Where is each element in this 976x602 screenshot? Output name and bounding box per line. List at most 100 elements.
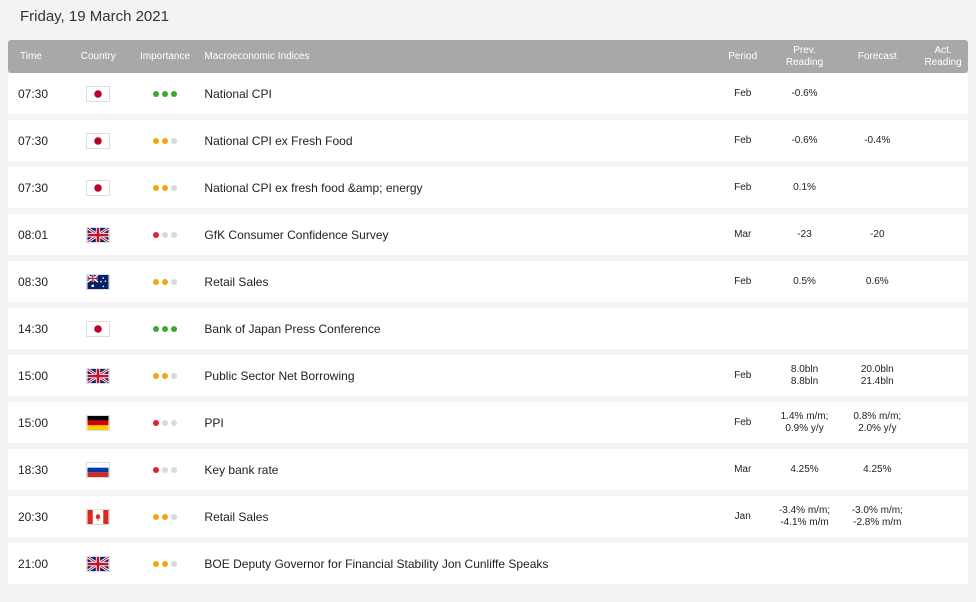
table-row[interactable]: 07:30 National CPI Feb -0.6% <box>8 73 968 114</box>
table-row[interactable]: 08:30 Retail Sales Feb 0.5% 0.6% <box>8 261 968 302</box>
table-row[interactable]: 07:30 National CPI ex fresh food &amp; en… <box>8 167 968 208</box>
event-importance <box>129 513 202 520</box>
importance-dot <box>162 466 169 473</box>
event-time: 08:01 <box>18 227 49 242</box>
event-index-name[interactable]: Retail Sales <box>201 275 712 289</box>
event-importance <box>129 90 202 97</box>
table-row[interactable]: 20:30 Retail Sales Jan -3.4% m/m; -4.1% m/m -… <box>8 496 968 537</box>
event-index-name[interactable]: BOE Deputy Governor for Financial Stabil… <box>201 557 712 571</box>
header-act-reading[interactable]: Act. Reading <box>918 45 968 69</box>
importance-dot <box>171 184 178 191</box>
event-index-name[interactable]: National CPI ex Fresh Food <box>201 134 712 148</box>
event-index-name[interactable]: GfK Consumer Confidence Survey <box>201 228 712 242</box>
header-period[interactable]: Period <box>713 51 773 62</box>
importance-low-icon <box>153 231 178 238</box>
event-prev-reading: -3.4% m/m; -4.1% m/m <box>773 505 837 529</box>
header-importance[interactable]: Importance <box>129 51 202 62</box>
table-row[interactable]: 18:30 Key bank rate Mar 4.25% 4.25% <box>8 449 968 490</box>
event-prev-reading: 4.25% <box>773 464 837 476</box>
event-prev-reading: 8.0bln 8.8bln <box>773 364 837 388</box>
table-row[interactable]: 15:00 PPI Feb 1.4% m/m; 0.9% y/y 0.8% m/m; 2.0… <box>8 402 968 443</box>
importance-dot <box>171 560 178 567</box>
event-forecast: -20 <box>836 229 918 241</box>
event-prev-reading-line: -0.6% <box>791 87 818 99</box>
importance-high-icon <box>153 90 178 97</box>
event-forecast-line: -3.0% m/m; <box>851 504 903 516</box>
event-forecast-line: 4.25% <box>863 463 892 475</box>
table-header: Time Country Importance Macroeconomic In… <box>8 40 968 73</box>
event-period: Feb <box>734 135 752 146</box>
header-act-line1: Act. <box>934 44 952 56</box>
header-prev-line1: Prev. <box>793 44 816 56</box>
importance-dot <box>162 325 169 332</box>
economic-calendar-table: Time Country Importance Macroeconomic In… <box>8 40 968 584</box>
importance-high-icon <box>153 325 178 332</box>
japan-flag-icon <box>86 132 111 149</box>
importance-dot <box>171 278 178 285</box>
event-time: 15:00 <box>18 368 49 383</box>
table-row[interactable]: 07:30 National CPI ex Fresh Food Feb -0.6% -… <box>8 120 968 161</box>
event-forecast-line: -2.8% m/m <box>853 516 902 528</box>
event-prev-reading-line: -3.4% m/m; <box>778 504 831 516</box>
header-time[interactable]: Time <box>8 51 68 62</box>
event-index-name[interactable]: National CPI <box>201 87 712 101</box>
importance-dot <box>171 372 178 379</box>
event-period: Feb <box>734 417 752 428</box>
header-forecast[interactable]: Forecast <box>836 51 918 63</box>
event-time: 18:30 <box>18 462 49 477</box>
event-index-name[interactable]: National CPI ex fresh food &amp; energy <box>201 181 712 195</box>
event-index-name[interactable]: Retail Sales <box>201 510 712 524</box>
event-index-name[interactable]: Public Sector Net Borrowing <box>201 369 712 383</box>
importance-dot <box>162 278 169 285</box>
importance-medium-icon <box>153 137 178 144</box>
event-forecast-line: 2.0% y/y <box>858 422 897 434</box>
russia-flag-icon <box>86 461 111 478</box>
event-country <box>68 179 129 196</box>
header-country[interactable]: Country <box>68 51 129 62</box>
event-country <box>68 508 129 525</box>
event-period: Mar <box>734 229 752 240</box>
event-forecast: 20.0bln 21.4bln <box>836 364 918 388</box>
event-prev-reading: -0.6% <box>773 135 837 147</box>
event-forecast-line: -0.4% <box>864 134 891 146</box>
event-time: 07:30 <box>18 86 49 101</box>
event-importance <box>129 278 202 285</box>
importance-dot <box>162 372 169 379</box>
importance-medium-icon <box>153 560 178 567</box>
importance-dot <box>162 419 169 426</box>
canada-flag-icon <box>86 508 111 525</box>
event-prev-reading: 0.1% <box>773 182 837 194</box>
importance-low-icon <box>153 466 178 473</box>
event-index-name[interactable]: Bank of Japan Press Conference <box>201 322 712 336</box>
event-time: 08:30 <box>18 274 49 289</box>
table-row[interactable]: 21:00 BOE Deputy Governor for Financial S… <box>8 543 968 584</box>
event-prev-reading-line: -23 <box>797 228 812 240</box>
table-row[interactable]: 14:30 Bank of Japan Press Conference <box>8 308 968 349</box>
event-prev-reading-line: 4.25% <box>790 463 819 475</box>
event-index-name[interactable]: Key bank rate <box>201 463 712 477</box>
event-country <box>68 226 129 243</box>
event-prev-reading: -0.6% <box>773 88 837 100</box>
table-body: 07:30 National CPI Feb -0.6% 07:30 National C… <box>8 73 968 584</box>
header-indices[interactable]: Macroeconomic Indices <box>201 51 712 62</box>
event-prev-reading-line: 8.0bln <box>790 363 819 375</box>
event-index-name[interactable]: PPI <box>201 416 712 430</box>
event-prev-reading-line: 1.4% m/m; <box>780 410 829 422</box>
importance-dot <box>171 466 178 473</box>
uk-flag-icon <box>86 226 111 243</box>
table-row[interactable]: 08:01 GfK Consumer Confidence Survey Mar -2… <box>8 214 968 255</box>
header-prev-reading[interactable]: Prev. Reading <box>773 45 837 69</box>
table-row[interactable]: 15:00 Public Sector Net Borrowing Feb 8.0bl… <box>8 355 968 396</box>
importance-dot <box>153 231 160 238</box>
event-importance <box>129 184 202 191</box>
event-time: 14:30 <box>18 321 49 336</box>
importance-medium-icon <box>153 184 178 191</box>
page-title: Friday, 19 March 2021 <box>20 8 169 25</box>
event-forecast: 0.6% <box>836 276 918 288</box>
uk-flag-icon <box>86 367 111 384</box>
event-time: 07:30 <box>18 180 49 195</box>
importance-dot <box>153 513 160 520</box>
event-forecast-line: 21.4bln <box>860 375 894 387</box>
japan-flag-icon <box>86 179 111 196</box>
importance-dot <box>162 560 169 567</box>
